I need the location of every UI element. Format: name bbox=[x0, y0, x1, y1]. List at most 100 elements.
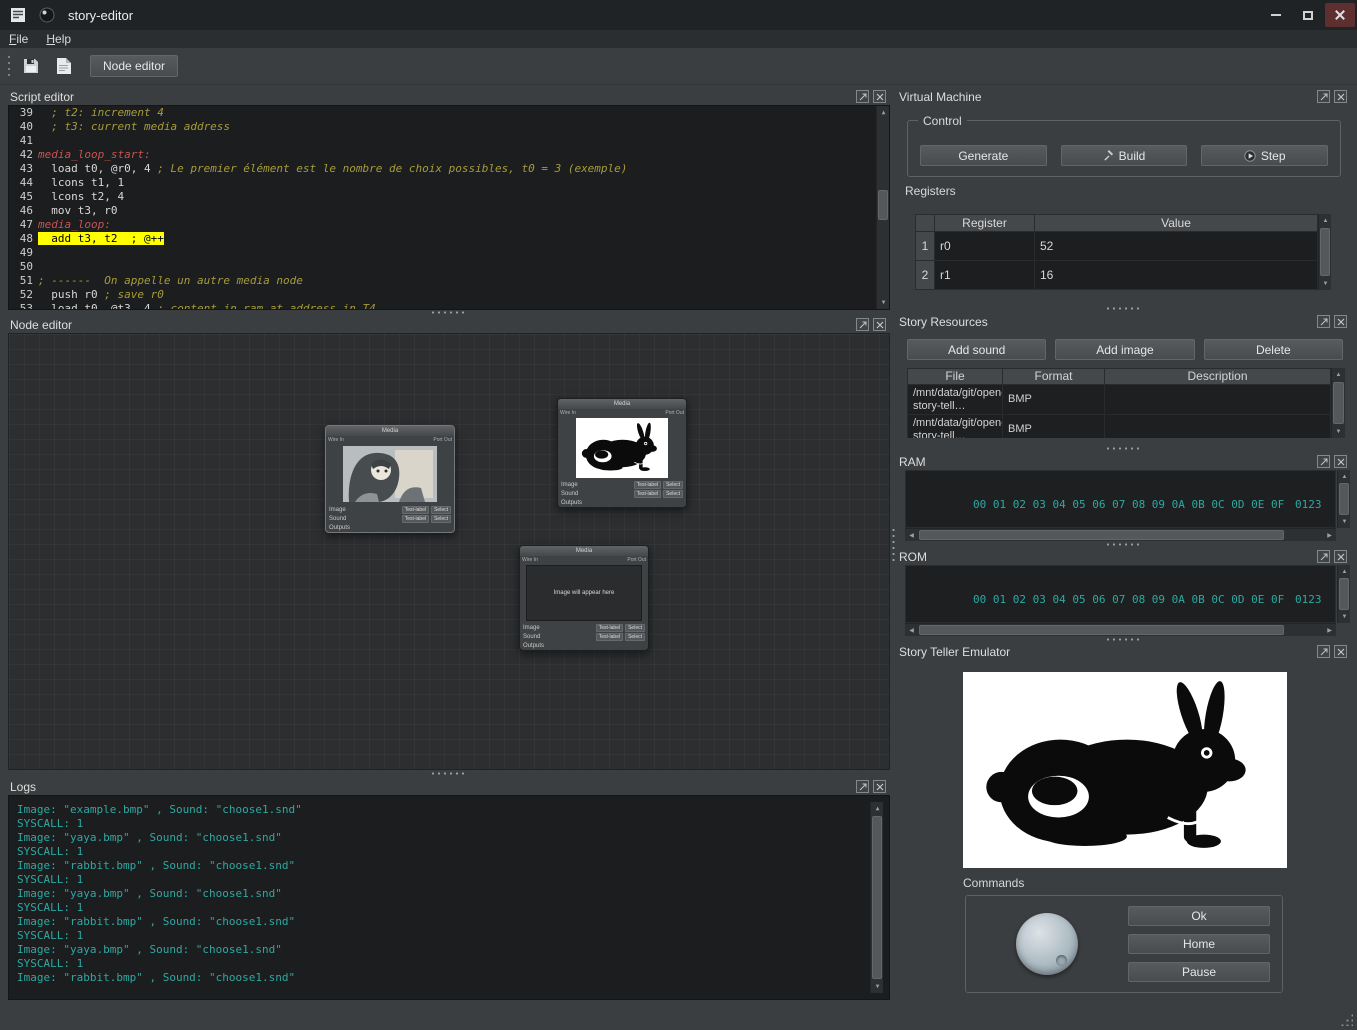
test-label-field[interactable]: Test-label bbox=[402, 515, 429, 523]
splitter-node-logs[interactable] bbox=[430, 771, 468, 776]
register-row[interactable]: 1r052 bbox=[915, 232, 1331, 261]
taskbar-doc-icon[interactable] bbox=[7, 4, 29, 26]
scroll-left-icon[interactable]: ◀ bbox=[905, 624, 918, 637]
port-out-port[interactable]: Port Out bbox=[627, 557, 646, 563]
menu-file[interactable]: File bbox=[0, 31, 37, 47]
splitter-rom-emulator[interactable] bbox=[1105, 637, 1143, 642]
log-output[interactable]: Image: "example.bmp" , Sound: "choose1.s… bbox=[8, 795, 890, 1000]
ok-button[interactable]: Ok bbox=[1128, 906, 1270, 926]
scroll-down-icon[interactable]: ▼ bbox=[1338, 610, 1351, 623]
description-column-header[interactable]: Description bbox=[1105, 368, 1331, 385]
scroll-up-icon[interactable]: ▲ bbox=[1338, 470, 1351, 483]
close-button[interactable] bbox=[873, 780, 886, 793]
scroll-thumb[interactable] bbox=[872, 816, 882, 979]
splitter-vm-resources[interactable] bbox=[1105, 306, 1143, 311]
select-image-button[interactable]: Select bbox=[663, 481, 683, 489]
port-out-port[interactable]: Port Out bbox=[665, 410, 684, 416]
scroll-thumb[interactable] bbox=[919, 625, 1284, 635]
save-button[interactable] bbox=[17, 52, 45, 80]
scroll-thumb[interactable] bbox=[1339, 483, 1349, 515]
float-button[interactable] bbox=[1317, 645, 1330, 658]
close-button[interactable] bbox=[873, 318, 886, 331]
pause-button[interactable]: Pause bbox=[1128, 962, 1270, 982]
float-button[interactable] bbox=[856, 780, 869, 793]
float-button[interactable] bbox=[856, 318, 869, 331]
splitter-ram-rom[interactable] bbox=[1105, 542, 1143, 547]
scroll-thumb[interactable] bbox=[919, 530, 1284, 540]
new-file-button[interactable] bbox=[50, 52, 78, 80]
rom-vscrollbar[interactable]: ▲ ▼ bbox=[1337, 565, 1350, 623]
wire-in-port[interactable]: Wire In bbox=[560, 410, 576, 416]
generate-button[interactable]: Generate bbox=[920, 145, 1047, 166]
scroll-down-icon[interactable]: ▼ bbox=[877, 296, 890, 309]
scroll-thumb[interactable] bbox=[1320, 228, 1330, 276]
delete-button[interactable]: Delete bbox=[1204, 339, 1343, 360]
scroll-down-icon[interactable]: ▼ bbox=[871, 980, 884, 993]
resource-row[interactable]: /mnt/data/git/open-story-tell…BMP bbox=[907, 415, 1345, 438]
home-button[interactable]: Home bbox=[1128, 934, 1270, 954]
close-window-button[interactable] bbox=[1325, 3, 1355, 27]
close-button[interactable] bbox=[1334, 455, 1347, 468]
scroll-thumb[interactable] bbox=[1339, 578, 1349, 610]
port-out-port[interactable]: Port Out bbox=[433, 437, 452, 443]
scroll-up-icon[interactable]: ▲ bbox=[1319, 214, 1332, 227]
rom-hscrollbar[interactable]: ◀ ▶ bbox=[905, 623, 1336, 636]
scroll-right-icon[interactable]: ▶ bbox=[1323, 529, 1336, 542]
format-column-header[interactable]: Format bbox=[1003, 368, 1105, 385]
add-sound-button[interactable]: Add sound bbox=[907, 339, 1046, 360]
add-image-button[interactable]: Add image bbox=[1055, 339, 1194, 360]
scroll-up-icon[interactable]: ▲ bbox=[1332, 368, 1345, 381]
resource-row[interactable]: /mnt/data/git/open-story-tell…BMP bbox=[907, 385, 1345, 415]
scroll-left-icon[interactable]: ◀ bbox=[905, 529, 918, 542]
wire-in-port[interactable]: Wire In bbox=[522, 557, 538, 563]
float-button[interactable] bbox=[1317, 315, 1330, 328]
node-canvas[interactable]: Media Wire In Port Out bbox=[8, 333, 890, 770]
test-label-field[interactable]: Test-label bbox=[596, 633, 623, 641]
select-sound-button[interactable]: Select bbox=[431, 515, 451, 523]
scroll-down-icon[interactable]: ▼ bbox=[1332, 425, 1345, 438]
scroll-right-icon[interactable]: ▶ bbox=[1323, 624, 1336, 637]
float-button[interactable] bbox=[1317, 550, 1330, 563]
test-label-field[interactable]: Test-label bbox=[596, 624, 623, 632]
media-node-3[interactable]: Media Wire In Port Out Image will appear… bbox=[519, 545, 649, 651]
media-node-1[interactable]: Media Wire In Port Out bbox=[325, 425, 455, 533]
test-label-field[interactable]: Test-label bbox=[634, 490, 661, 498]
wheel-knob[interactable] bbox=[1016, 913, 1078, 975]
splitter-script-node[interactable] bbox=[430, 310, 468, 315]
close-button[interactable] bbox=[873, 90, 886, 103]
select-sound-button[interactable]: Select bbox=[625, 633, 645, 641]
select-image-button[interactable]: Select bbox=[625, 624, 645, 632]
step-button[interactable]: Step bbox=[1201, 145, 1328, 166]
select-image-button[interactable]: Select bbox=[431, 506, 451, 514]
menu-help[interactable]: Help bbox=[37, 31, 80, 47]
resources-scrollbar[interactable]: ▲ ▼ bbox=[1331, 368, 1345, 438]
scroll-down-icon[interactable]: ▼ bbox=[1338, 515, 1351, 528]
resize-grip[interactable] bbox=[1340, 1013, 1353, 1026]
registers-scrollbar[interactable]: ▲ ▼ bbox=[1318, 214, 1331, 290]
splitter-columns[interactable] bbox=[891, 527, 896, 565]
close-button[interactable] bbox=[1334, 645, 1347, 658]
file-column-header[interactable]: File bbox=[907, 368, 1003, 385]
close-button[interactable] bbox=[1334, 315, 1347, 328]
app-icon[interactable] bbox=[36, 4, 58, 26]
register-row[interactable]: 2r116 bbox=[915, 261, 1331, 290]
float-button[interactable] bbox=[856, 90, 869, 103]
ram-hscrollbar[interactable]: ◀ ▶ bbox=[905, 528, 1336, 541]
ram-vscrollbar[interactable]: ▲ ▼ bbox=[1337, 470, 1350, 528]
value-column-header[interactable]: Value bbox=[1035, 214, 1318, 232]
test-label-field[interactable]: Test-label bbox=[634, 481, 661, 489]
scroll-up-icon[interactable]: ▲ bbox=[877, 106, 890, 119]
splitter-resources-ram[interactable] bbox=[1105, 446, 1143, 451]
scroll-up-icon[interactable]: ▲ bbox=[871, 802, 884, 815]
node-editor-toggle-button[interactable]: Node editor bbox=[90, 55, 178, 77]
scroll-down-icon[interactable]: ▼ bbox=[1319, 277, 1332, 290]
scroll-thumb[interactable] bbox=[1333, 382, 1344, 424]
minimize-button[interactable] bbox=[1261, 3, 1291, 27]
register-column-header[interactable]: Register bbox=[935, 214, 1035, 232]
script-scrollbar[interactable]: ▲ ▼ bbox=[876, 106, 889, 309]
toolbar-grip[interactable] bbox=[6, 54, 12, 78]
code-editor[interactable]: 39 ; t2: increment 440 ; t3: current med… bbox=[8, 105, 890, 310]
logs-scrollbar[interactable]: ▲ ▼ bbox=[870, 802, 883, 993]
test-label-field[interactable]: Test-label bbox=[402, 506, 429, 514]
close-button[interactable] bbox=[1334, 90, 1347, 103]
